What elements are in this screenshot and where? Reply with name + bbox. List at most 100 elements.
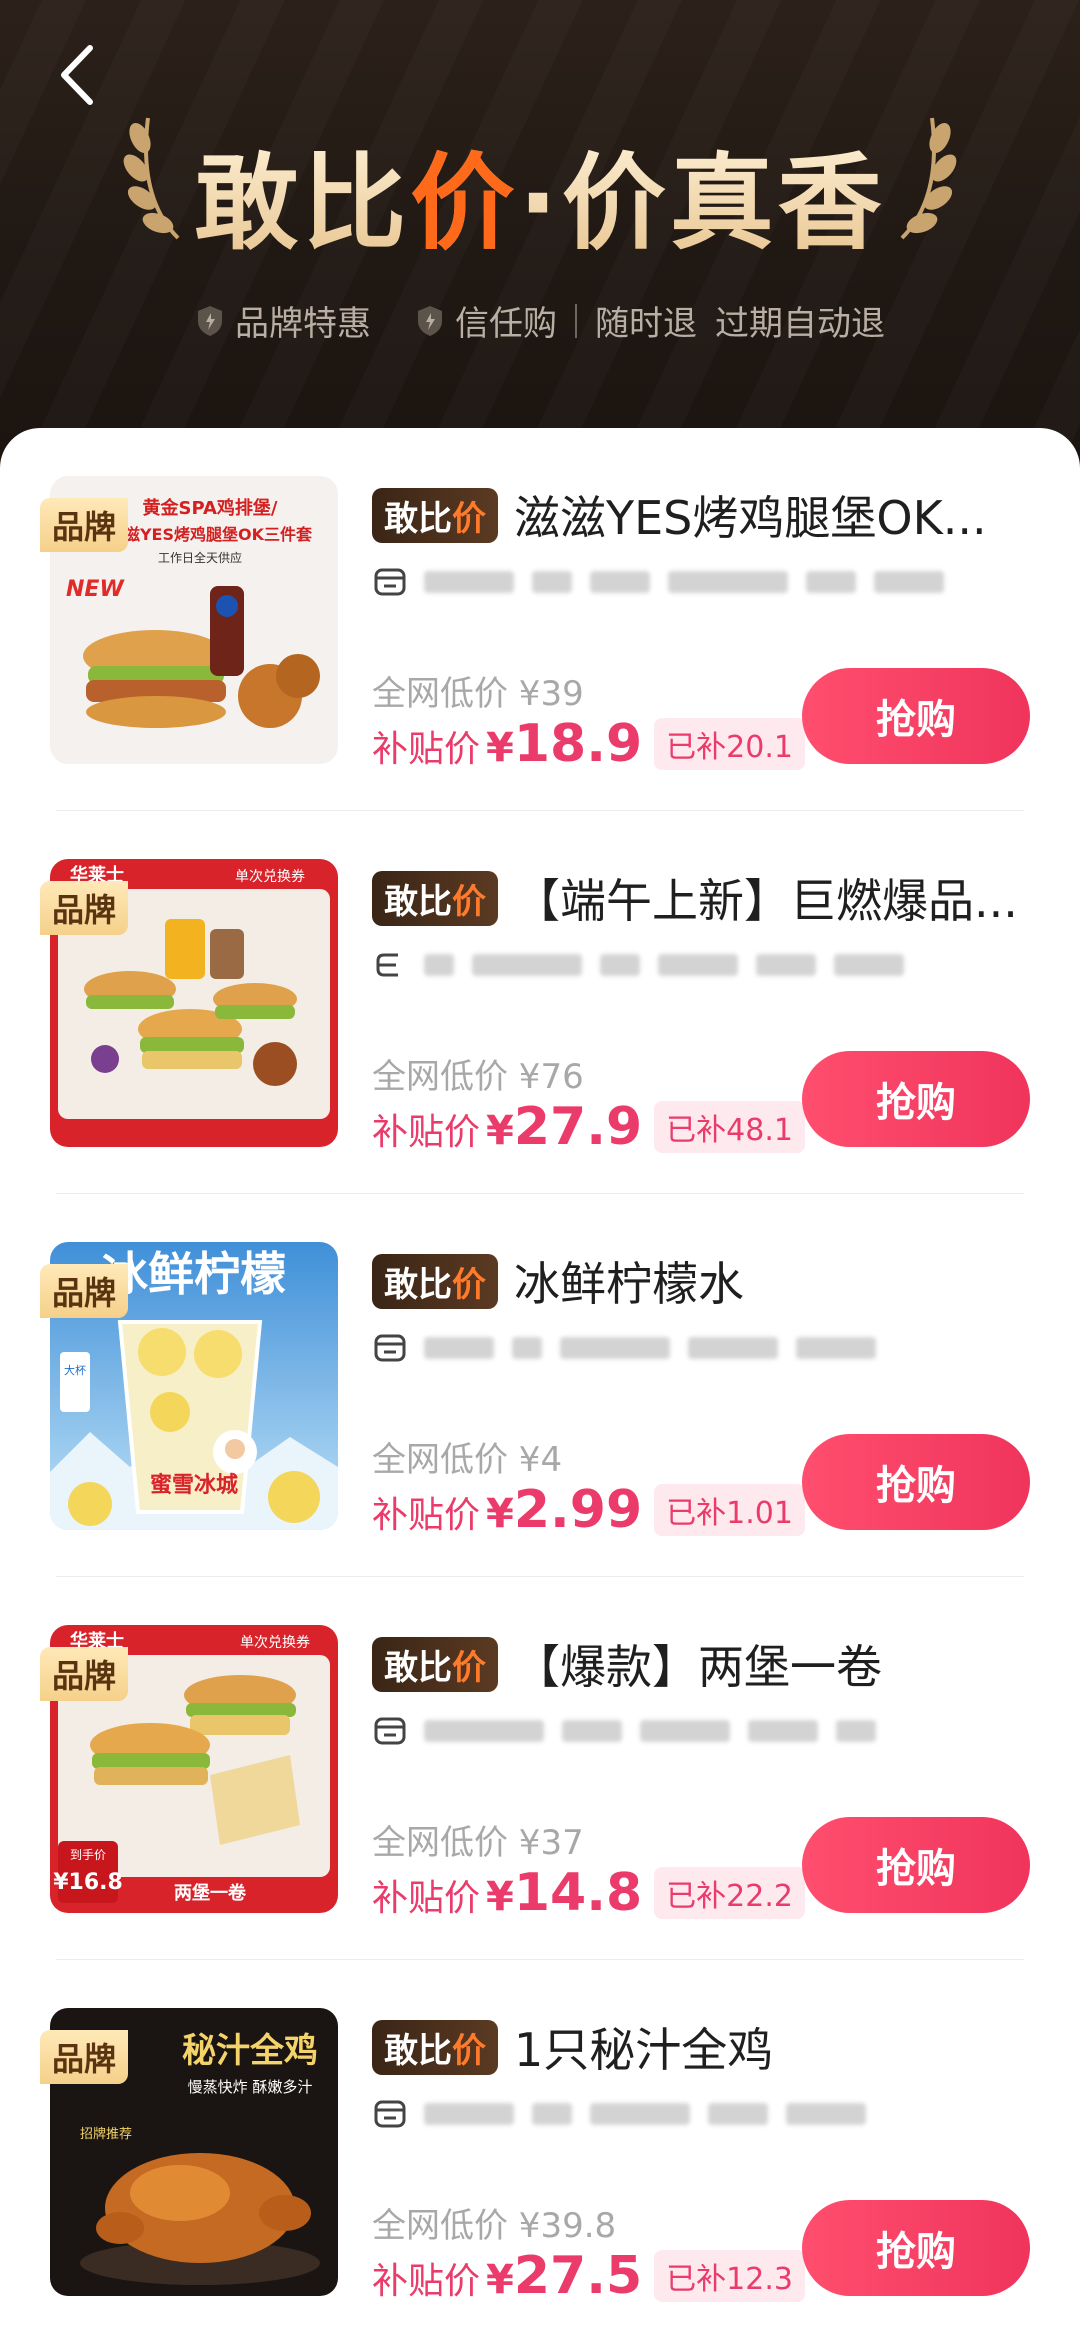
product-list: 黄金SPA鸡排堡/ 滋滋YES烤鸡腿堡OK三件套 工作日全天供应 NEW 品牌 … (0, 428, 1080, 2324)
gbj-bolt: 价 (452, 498, 486, 539)
product-name: 1只秘汁全鸡 (514, 2023, 774, 2077)
badge-label: 品牌特惠 (235, 304, 371, 344)
divider (575, 303, 577, 338)
blurred-text (424, 569, 1030, 595)
gbj-text: 敢比 (384, 498, 452, 539)
gbj-text: 敢比 (384, 1264, 452, 1305)
thumb-text: 两堡一卷 (174, 1882, 247, 1904)
thumb-text: 招牌推荐 (80, 2126, 132, 2142)
subsidy-price: 27.9 (513, 1097, 643, 1157)
price-row: 补贴价 ¥ 2.99 已补1.01 (372, 1480, 805, 1540)
thumb-text: 单次兑换券 (240, 1634, 310, 1651)
thumb-text: 冰鲜柠檬 (102, 1247, 286, 1301)
price-row: 补贴价 ¥ 27.9 已补48.1 (372, 1097, 805, 1157)
currency-symbol: ¥ (486, 2257, 514, 2303)
subsidy-price: 18.9 (513, 714, 643, 774)
subsidy-badge: 已补22.2 (654, 1867, 805, 1919)
currency-symbol: ¥ (486, 1491, 514, 1537)
title-part2: ·价真香 (518, 142, 886, 264)
thumb-text: 秘汁全鸡 (182, 2031, 318, 2071)
gbj-bolt: 价 (452, 881, 486, 922)
store-icon (376, 953, 398, 977)
buy-button[interactable]: 抢购 (802, 1051, 1030, 1147)
price-row: 补贴价 ¥ 18.9 已补20.1 (372, 714, 805, 774)
brand-tag: 品牌 (40, 881, 129, 935)
buy-button[interactable]: 抢购 (802, 1817, 1030, 1913)
list-item[interactable]: 冰鲜柠檬 大杯 蜜雪冰城 品牌 敢比价 冰鲜柠檬水 全网低价 ¥4 补贴价 ¥ … (0, 1194, 1080, 1577)
price-label: 补贴价 (372, 1495, 481, 1536)
gbj-badge: 敢比价 (372, 1636, 498, 1692)
chevron-left-icon (61, 45, 93, 105)
title-row: 敢比价 1只秘汁全鸡 (372, 2014, 1040, 2080)
gbj-bolt: 价 (452, 1264, 486, 1305)
product-name: 滋滋YES烤鸡腿堡OK... (514, 491, 987, 545)
price-label: 补贴价 (372, 729, 481, 770)
thumb-text: 滋滋YES烤鸡腿堡OK三件套 (108, 525, 313, 544)
subsidy-price: 2.99 (513, 1480, 643, 1540)
badge-brand-discount: 品牌特惠 (195, 296, 371, 345)
store-icon (374, 1334, 406, 1362)
thumb-text: 慢蒸快炸 酥嫩多汁 (188, 2078, 313, 2096)
currency-symbol: ¥ (486, 1874, 514, 1920)
original-price: 全网低价 ¥76 (372, 1057, 584, 1097)
brand-tag: 品牌 (40, 1264, 129, 1318)
product-name: 【端午上新】巨燃爆品... (514, 874, 1018, 928)
refund-anytime-text: 随时退 (595, 304, 697, 344)
badge-trust-buy: 信任购 (415, 296, 557, 345)
new-badge: NEW (66, 577, 125, 602)
gbj-text: 敢比 (384, 1647, 452, 1688)
page-title: 敢比价·价真香 (0, 118, 1080, 269)
product-name: 冰鲜柠檬水 (514, 1257, 744, 1311)
brand-tag: 品牌 (40, 1647, 129, 1701)
list-item[interactable]: 秘汁全鸡 慢蒸快炸 酥嫩多汁 招牌推荐 品牌 敢比价 1只秘汁全鸡 全网低价 ¥… (0, 1960, 1080, 2343)
title-part1: 敢比 (194, 142, 411, 264)
store-icon (374, 568, 406, 596)
back-button[interactable] (52, 40, 112, 110)
store-row (372, 1707, 1030, 1755)
gbj-badge: 敢比价 (372, 870, 498, 926)
buy-button[interactable]: 抢购 (802, 1434, 1030, 1530)
list-item[interactable]: 黄金SPA鸡排堡/ 滋滋YES烤鸡腿堡OK三件套 工作日全天供应 NEW 品牌 … (0, 428, 1080, 811)
list-item[interactable]: 华莱士 单次兑换券 到手价 ¥16.8 两堡一卷 品牌 敢比价 【爆款】两堡一卷 (0, 1577, 1080, 1960)
price-label: 补贴价 (372, 2261, 481, 2302)
thumb-text: ¥16.8 (53, 1870, 123, 1895)
shield-icon (418, 305, 442, 336)
buy-button[interactable]: 抢购 (802, 2200, 1030, 2296)
store-row (372, 2090, 1030, 2138)
thumb-text: 蜜雪冰城 (150, 1472, 238, 1498)
badge-label: 信任购 (455, 304, 557, 344)
thumb-text: 黄金SPA鸡排堡/ (142, 497, 277, 519)
gbj-badge: 敢比价 (372, 1253, 498, 1309)
blurred-text (424, 952, 1030, 978)
title-row: 敢比价 滋滋YES烤鸡腿堡OK... (372, 482, 1040, 548)
subsidy-price: 27.5 (513, 2246, 643, 2306)
brand-tag: 品牌 (40, 498, 129, 552)
blurred-text (424, 2101, 1030, 2127)
gbj-text: 敢比 (384, 881, 452, 922)
buy-button[interactable]: 抢购 (802, 668, 1030, 764)
original-price: 全网低价 ¥4 (372, 1440, 563, 1480)
store-icon (374, 2100, 406, 2128)
thumb-text: 到手价 (70, 1848, 106, 1862)
auto-refund-text: 过期自动退 (715, 304, 885, 344)
gbj-bolt: 价 (452, 2030, 486, 2071)
thumb-text: 单次兑换券 (235, 868, 305, 885)
subsidy-badge: 已补48.1 (654, 1101, 805, 1153)
price-row: 补贴价 ¥ 27.5 已补12.3 (372, 2246, 805, 2306)
list-item[interactable]: 华莱士 单次兑换券 品牌 敢比价 【端午上新】巨燃爆品... 全网低价 ¥76 … (0, 811, 1080, 1194)
blurred-text (424, 1335, 1030, 1361)
shield-icon (198, 305, 222, 336)
blurred-text (424, 1718, 1030, 1744)
gbj-badge: 敢比价 (372, 2019, 498, 2075)
original-price: 全网低价 ¥39.8 (372, 2206, 617, 2246)
original-price: 全网低价 ¥39 (372, 674, 584, 714)
brand-tag: 品牌 (40, 2030, 129, 2084)
price-label: 补贴价 (372, 1112, 481, 1153)
price-label: 补贴价 (372, 1878, 481, 1919)
guarantee-badges: 品牌特惠 信任购 随时退 过期自动退 (0, 296, 1080, 345)
store-icon (374, 1717, 406, 1745)
price-row: 补贴价 ¥ 14.8 已补22.2 (372, 1863, 805, 1923)
gbj-badge: 敢比价 (372, 487, 498, 543)
title-row: 敢比价 冰鲜柠檬水 (372, 1248, 1040, 1314)
store-row (372, 558, 1030, 606)
